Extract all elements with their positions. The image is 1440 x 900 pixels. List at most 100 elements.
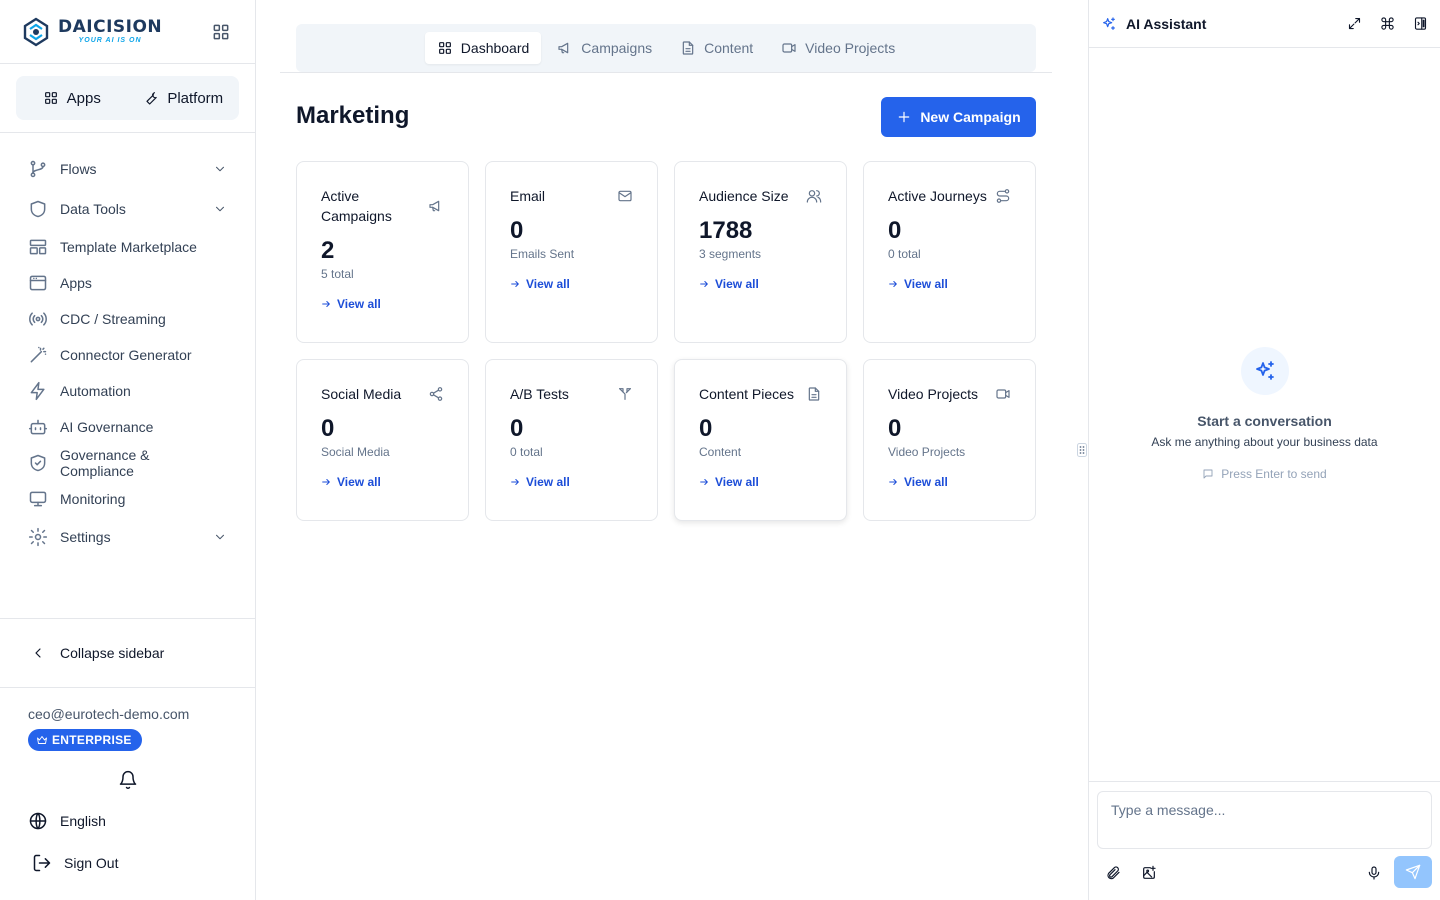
stat-card-active-campaigns[interactable]: Active Campaigns 2 5 total View all [296, 161, 469, 343]
empty-state-hint: Press Enter to send [1202, 467, 1327, 481]
send-button[interactable] [1394, 856, 1432, 888]
sidebar-item-monitoring[interactable]: Monitoring [12, 481, 243, 517]
grid-icon [44, 92, 57, 104]
view-all-link[interactable]: View all [888, 475, 1011, 489]
tab-campaigns[interactable]: Campaigns [545, 32, 664, 64]
card-value: 2 [321, 237, 335, 264]
shield-icon [30, 200, 46, 218]
view-all-link[interactable]: View all [699, 277, 822, 291]
video-icon [782, 43, 796, 53]
card-subtitle: 0 total [510, 445, 543, 459]
view-all-label: View all [904, 277, 948, 291]
sparkles-icon [1103, 16, 1115, 30]
brand: DAICISION YOUR AI IS ON [0, 0, 255, 64]
card-value: 0 [888, 415, 902, 442]
radio-signal-icon [29, 312, 47, 326]
app-window-icon [29, 275, 47, 291]
stat-card-audience-size[interactable]: Audience Size 1788 3 segments View all [674, 161, 847, 343]
resize-handle-icon[interactable] [1077, 443, 1087, 457]
view-all-link[interactable]: View all [888, 277, 1011, 291]
stat-card-social-media[interactable]: Social Media 0 Social Media View all [296, 359, 469, 521]
sign-out-label: Sign Out [64, 855, 119, 871]
sidebar-item-data-tools[interactable]: Data Tools [12, 189, 243, 229]
empty-state-subtitle: Ask me anything about your business data [1151, 435, 1378, 449]
view-all-link[interactable]: View all [510, 475, 633, 489]
bell-icon[interactable] [118, 770, 138, 790]
apps-switch-button[interactable]: Apps [16, 76, 128, 120]
arrow-right-icon [700, 479, 708, 485]
card-value: 1788 [699, 217, 753, 244]
tab-video-projects[interactable]: Video Projects [769, 32, 907, 64]
view-all-label: View all [715, 475, 759, 489]
view-all-link[interactable]: View all [699, 475, 822, 489]
brand-name: DAICISION [58, 16, 163, 37]
view-all-link[interactable]: View all [321, 475, 444, 489]
sidebar-item-label: Settings [60, 529, 111, 545]
sidebar-item-label: Governance & Compliance [59, 447, 150, 479]
view-all-link[interactable]: View all [321, 297, 444, 311]
card-value: 0 [321, 415, 335, 442]
card-title: Social Media [321, 386, 402, 402]
monitor-icon [29, 491, 47, 507]
stat-card-content-pieces[interactable]: Content Pieces 0 Content View all [674, 359, 847, 521]
card-title: Active Campaigns [321, 188, 392, 224]
plan-badge-label: ENTERPRISE [52, 733, 132, 747]
stat-card-video-projects[interactable]: Video Projects 0 Video Projects View all [863, 359, 1036, 521]
sidebar-item-label: Monitoring [60, 491, 126, 507]
user-email: ceo@eurotech-demo.com [28, 706, 190, 722]
stat-card-active-journeys[interactable]: Active Journeys 0 0 total View all [863, 161, 1036, 343]
expand-icon[interactable] [1347, 16, 1362, 31]
paperclip-icon[interactable] [1105, 865, 1121, 881]
tab-label: Campaigns [581, 40, 653, 56]
collapse-sidebar-button[interactable]: Collapse sidebar [0, 618, 255, 688]
new-campaign-button[interactable]: New Campaign [881, 97, 1036, 137]
microphone-icon[interactable] [1366, 865, 1382, 881]
document-icon [682, 41, 694, 55]
sign-out-button[interactable]: Sign Out [32, 853, 118, 873]
card-subtitle: 5 total [321, 267, 354, 281]
stat-card-ab-tests[interactable]: A/B Tests 0 0 total View all [485, 359, 658, 521]
git-branch-icon [30, 160, 46, 178]
panel-dock-icon[interactable] [1413, 16, 1428, 31]
sidebar-item-apps[interactable]: Apps [12, 265, 243, 301]
assistant-empty-state: Start a conversation Ask me anything abo… [1089, 347, 1440, 481]
brand-logo-icon [23, 17, 49, 46]
language-selector[interactable]: English [28, 811, 106, 831]
sidebar-item-connector-generator[interactable]: Connector Generator [12, 337, 243, 373]
sidebar-item-label: CDC / Streaming [60, 311, 166, 327]
chevron-left-icon [35, 648, 41, 658]
sidebar-item-template-marketplace[interactable]: Template Marketplace [12, 229, 243, 265]
mode-switcher-container: Apps Platform [0, 64, 255, 133]
sidebar-item-ai-governance[interactable]: AI Governance [12, 409, 243, 445]
arrow-right-icon [511, 479, 519, 485]
card-title: Content Pieces [699, 386, 794, 402]
platform-switch-button[interactable]: Platform [128, 76, 240, 120]
sidebar-item-cdc-streaming[interactable]: CDC / Streaming [12, 301, 243, 337]
command-icon[interactable] [1380, 16, 1395, 31]
card-subtitle: Emails Sent [510, 247, 575, 261]
collapse-sidebar-label: Collapse sidebar [60, 645, 165, 661]
sidebar-item-label: Apps [60, 275, 92, 291]
card-subtitle: 3 segments [699, 247, 762, 261]
view-all-link[interactable]: View all [510, 277, 633, 291]
sidebar-item-governance-compliance[interactable]: Governance & Compliance [12, 445, 243, 481]
lightning-icon [30, 381, 45, 401]
stat-card-email[interactable]: Email 0 Emails Sent View all [485, 161, 658, 343]
image-plus-icon[interactable] [1141, 865, 1157, 881]
tab-dashboard[interactable]: Dashboard [424, 32, 542, 64]
users-icon [806, 190, 822, 203]
message-input[interactable] [1097, 791, 1432, 849]
card-value: 0 [888, 217, 902, 244]
tab-content[interactable]: Content [668, 32, 765, 64]
card-value: 0 [510, 217, 524, 244]
card-value: 0 [510, 415, 524, 442]
sidebar-item-settings[interactable]: Settings [12, 517, 243, 557]
megaphone-icon [558, 42, 569, 54]
app-grid-icon[interactable] [211, 22, 231, 42]
card-title: A/B Tests [510, 386, 569, 402]
sidebar-item-automation[interactable]: Automation [12, 373, 243, 409]
sidebar-item-flows[interactable]: Flows [12, 149, 243, 189]
chevron-down-icon [215, 534, 225, 540]
send-icon [1405, 864, 1421, 880]
layout-template-icon [29, 239, 47, 255]
